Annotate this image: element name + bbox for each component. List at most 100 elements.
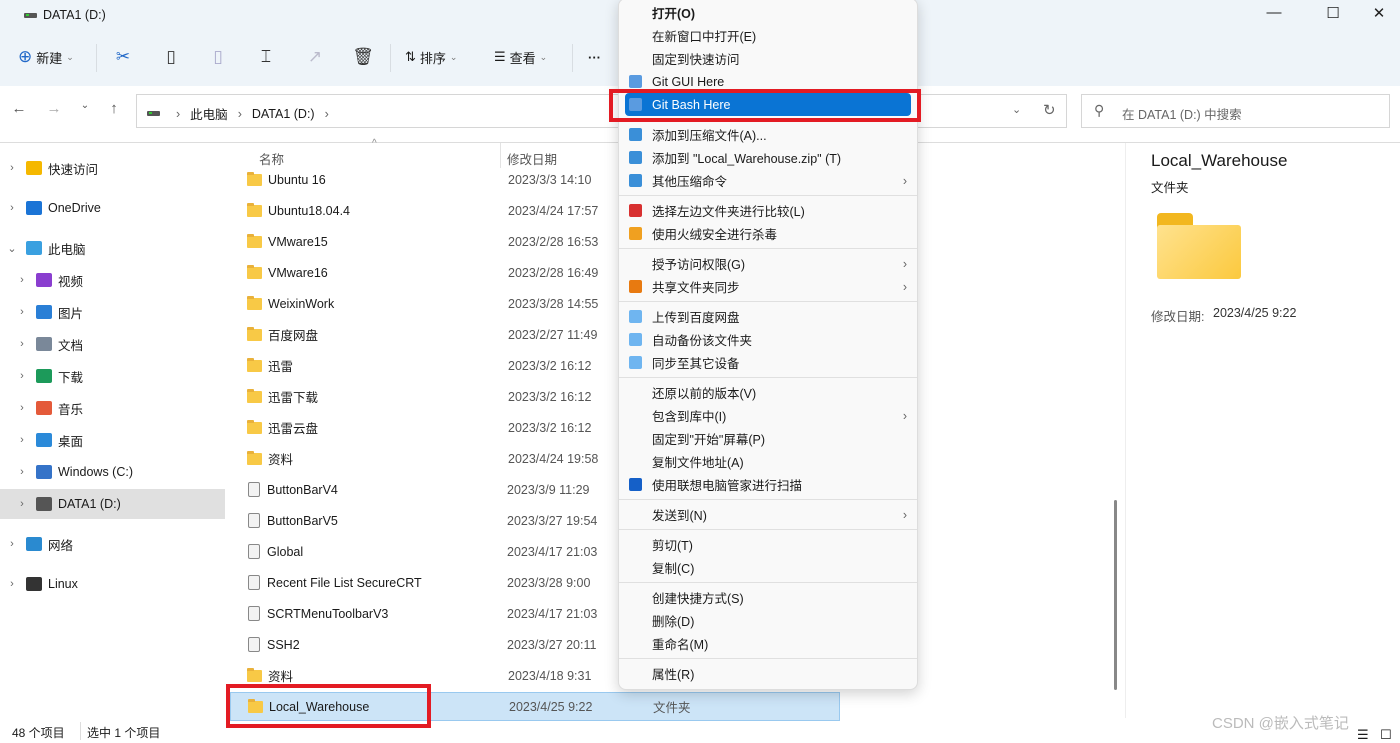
nav-item[interactable]: › 下载: [0, 361, 225, 391]
menu-item[interactable]: 自动备份该文件夹: [625, 328, 911, 351]
maximize-button[interactable]: ☐: [1318, 4, 1348, 26]
chevron-right-icon[interactable]: ›: [16, 434, 28, 446]
chevron-right-icon[interactable]: ›: [16, 402, 28, 414]
up-icon[interactable]: ↑: [103, 100, 125, 122]
address-bar[interactable]: › 此电脑 › DATA1 (D:) › ⌄ ↻: [136, 94, 1067, 128]
scrollbar[interactable]: [1114, 500, 1117, 690]
menu-item[interactable]: 包含到库中(I) ›: [625, 404, 911, 427]
sort-ascending-icon: ^: [372, 138, 377, 149]
menu-item[interactable]: 属性(R): [625, 662, 911, 685]
recent-chevron-icon[interactable]: ⌄: [74, 100, 96, 122]
menu-item-icon: [629, 333, 642, 346]
chevron-right-icon[interactable]: ›: [6, 538, 18, 550]
more-button[interactable]: ···: [588, 44, 601, 70]
nav-item[interactable]: › 快速访问: [0, 153, 225, 183]
menu-separator: [619, 658, 917, 659]
chevron-right-icon[interactable]: ›: [16, 306, 28, 318]
menu-item[interactable]: 固定到"开始"屏幕(P): [625, 427, 911, 450]
file-name: SCRTMenuToolbarV3: [267, 606, 389, 621]
delete-icon[interactable]: 🗑: [350, 44, 376, 70]
nav-item[interactable]: › DATA1 (D:): [0, 489, 225, 519]
breadcrumb-this-pc[interactable]: 此电脑: [190, 104, 228, 123]
menu-item[interactable]: 使用联想电脑管家进行扫描: [625, 473, 911, 496]
nav-item[interactable]: › 视频: [0, 265, 225, 295]
menu-item[interactable]: 创建快捷方式(S): [625, 586, 911, 609]
chevron-down-icon: ⌄: [539, 51, 548, 62]
forward-icon[interactable]: →: [43, 100, 65, 122]
chevron-right-icon[interactable]: ›: [6, 202, 18, 214]
menu-item[interactable]: 剪切(T): [625, 533, 911, 556]
menu-item[interactable]: 上传到百度网盘: [625, 305, 911, 328]
nav-item-label: Windows (C:): [58, 465, 134, 479]
menu-item[interactable]: 添加到 "Local_Warehouse.zip" (T): [625, 146, 911, 169]
divider: [1125, 143, 1126, 718]
chevron-right-icon[interactable]: ›: [6, 578, 18, 590]
details-view-icon[interactable]: ☰: [1357, 727, 1369, 743]
chevron-down-icon: ⌄: [449, 51, 458, 62]
nav-item[interactable]: › OneDrive: [0, 193, 225, 223]
file-name: ButtonBarV5: [267, 513, 338, 528]
sort-button[interactable]: ⇅ 排序 ⌄: [405, 44, 457, 70]
share-icon[interactable]: ↗: [302, 44, 328, 70]
menu-item[interactable]: 重命名(M): [625, 632, 911, 655]
nav-item[interactable]: › 文档: [0, 329, 225, 359]
new-button[interactable]: ⊕ 新建 ⌄: [18, 44, 74, 70]
close-button[interactable]: ✕: [1364, 4, 1394, 26]
annotation-highlight-box: [226, 684, 431, 728]
minimize-button[interactable]: —: [1259, 4, 1289, 26]
chevron-right-icon[interactable]: ›: [16, 370, 28, 382]
details-modified-value: 2023/4/25 9:22: [1213, 306, 1297, 320]
file-name: SSH2: [267, 637, 300, 652]
nav-item[interactable]: › 音乐: [0, 393, 225, 423]
nav-item[interactable]: › 网络: [0, 529, 225, 559]
paste-icon[interactable]: ▯: [205, 44, 231, 70]
file-type: 文件夹: [653, 701, 691, 715]
menu-item[interactable]: 共享文件夹同步 ›: [625, 275, 911, 298]
breadcrumb-data1[interactable]: DATA1 (D:): [252, 107, 315, 121]
menu-item[interactable]: 同步至其它设备: [625, 351, 911, 374]
address-history-chevron-icon[interactable]: ⌄: [1012, 103, 1021, 116]
menu-item[interactable]: 还原以前的版本(V): [625, 381, 911, 404]
menu-item-label: 自动备份该文件夹: [652, 334, 753, 348]
menu-item[interactable]: 发送到(N) ›: [625, 503, 911, 526]
menu-item[interactable]: 其他压缩命令 ›: [625, 169, 911, 192]
menu-item[interactable]: 复制(C): [625, 556, 911, 579]
menu-separator: [619, 582, 917, 583]
menu-item[interactable]: 授予访问权限(G) ›: [625, 252, 911, 275]
divider: [572, 44, 573, 72]
tiles-view-icon[interactable]: ☐: [1380, 727, 1392, 743]
chevron-right-icon[interactable]: ›: [16, 274, 28, 286]
menu-item[interactable]: 删除(D): [625, 609, 911, 632]
chevron-down-icon[interactable]: ⌄: [6, 242, 18, 255]
nav-item-label: 桌面: [58, 434, 84, 449]
nav-item[interactable]: › Linux: [0, 569, 225, 599]
folder-icon: [247, 419, 262, 434]
menu-item[interactable]: 打开(O): [625, 1, 911, 24]
menu-item-icon: [629, 128, 642, 141]
nav-item[interactable]: › Windows (C:): [0, 457, 225, 487]
back-icon[interactable]: ←: [8, 100, 30, 122]
menu-item[interactable]: 选择左边文件夹进行比较(L): [625, 199, 911, 222]
chevron-right-icon[interactable]: ›: [16, 338, 28, 350]
nav-item[interactable]: › 桌面: [0, 425, 225, 455]
search-input[interactable]: ⚲ 在 DATA1 (D:) 中搜索: [1081, 94, 1390, 128]
menu-item[interactable]: 复制文件地址(A): [625, 450, 911, 473]
view-button[interactable]: ☰ 查看 ⌄: [494, 44, 547, 70]
nav-item[interactable]: › 图片: [0, 297, 225, 327]
menu-item[interactable]: 固定到快速访问: [625, 47, 911, 70]
menu-item-label: Git GUI Here: [652, 74, 725, 89]
cut-icon[interactable]: ✂: [110, 44, 136, 70]
chevron-right-icon[interactable]: ›: [6, 162, 18, 174]
chevron-right-icon[interactable]: ›: [16, 466, 28, 478]
menu-item[interactable]: 在新窗口中打开(E): [625, 24, 911, 47]
chevron-right-icon[interactable]: ›: [16, 498, 28, 510]
menu-item[interactable]: 使用火绒安全进行杀毒: [625, 222, 911, 245]
status-selected-count: 选中 1 个项目: [87, 726, 161, 740]
refresh-icon[interactable]: ↻: [1043, 101, 1056, 119]
nav-item[interactable]: ⌄ 此电脑: [0, 233, 225, 263]
menu-item[interactable]: 添加到压缩文件(A)...: [625, 123, 911, 146]
rename-icon[interactable]: ⌶: [253, 44, 279, 70]
copy-icon[interactable]: ▯: [158, 44, 184, 70]
search-icon: ⚲: [1094, 102, 1105, 118]
menu-item-label: 创建快捷方式(S): [652, 592, 744, 606]
